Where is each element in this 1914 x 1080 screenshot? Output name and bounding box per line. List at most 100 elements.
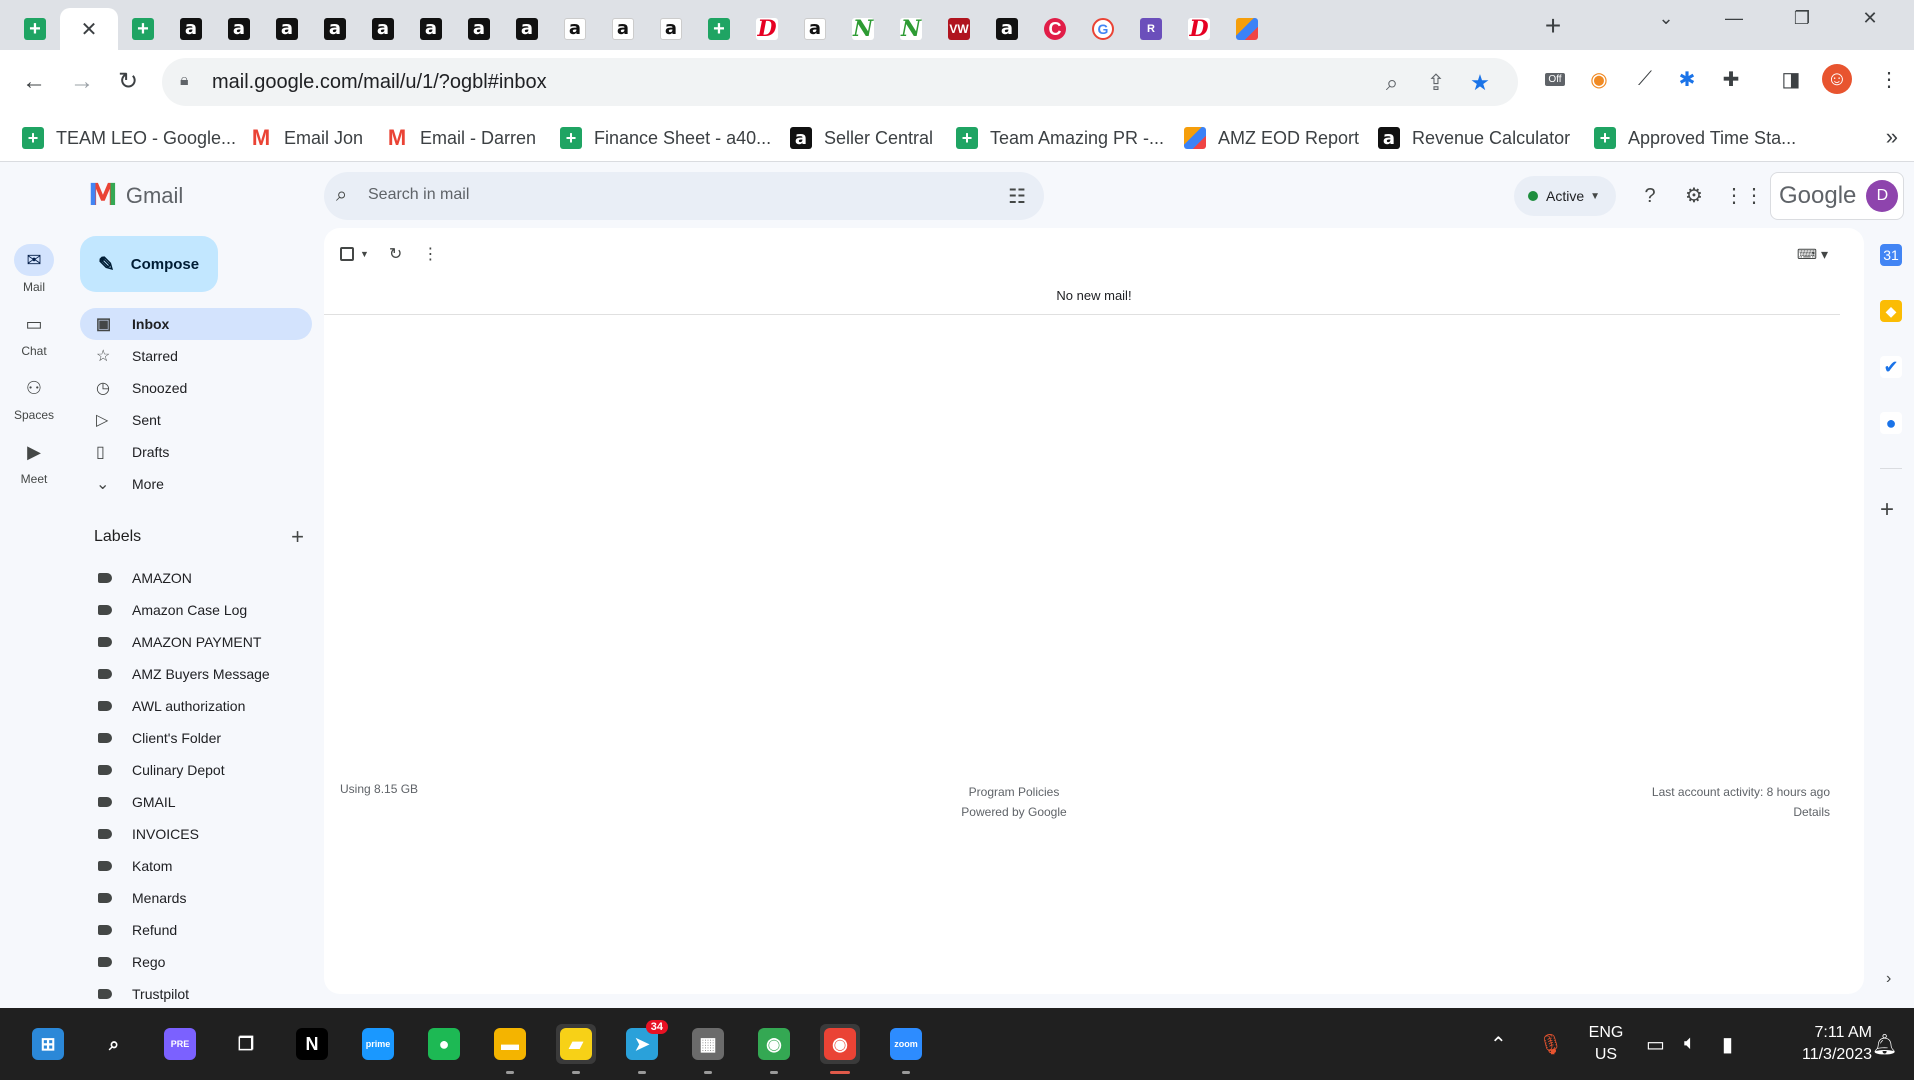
label-item[interactable]: INVOICES <box>80 818 312 850</box>
contacts-icon[interactable]: ● <box>1880 412 1902 434</box>
label-item[interactable]: Amazon Case Log <box>80 594 312 626</box>
nav-item-sent[interactable]: ▷ Sent <box>80 404 312 436</box>
bookmark-item[interactable]: + Approved Time Sta... <box>1594 124 1796 152</box>
nav-item-inbox[interactable]: ▣ Inbox <box>80 308 312 340</box>
label-item[interactable]: Menards <box>80 882 312 914</box>
chevron-up-icon[interactable]: ⌃ <box>1490 1032 1507 1057</box>
bookmark-item[interactable]: + Finance Sheet - a40... <box>560 124 771 152</box>
status-selector[interactable]: Active ▼ <box>1514 176 1616 216</box>
browser-tab[interactable]: a <box>792 8 838 50</box>
label-item[interactable]: Culinary Depot <box>80 754 312 786</box>
rail-item-mail[interactable]: ✉ Mail <box>0 244 68 294</box>
browser-tab[interactable]: G <box>1080 8 1126 50</box>
chrome-icon[interactable]: ◉ <box>820 1024 860 1074</box>
browser-tab[interactable]: + <box>120 8 166 50</box>
browser-tab[interactable]: a <box>984 8 1030 50</box>
browser-tab[interactable]: a <box>408 8 454 50</box>
apps-grid-icon[interactable]: ⋮⋮ <box>1724 182 1764 210</box>
browser-tab[interactable]: a <box>264 8 310 50</box>
input-tools-icon[interactable]: ⌨ ▾ <box>1797 246 1828 263</box>
more-options-icon[interactable]: ⋮ <box>422 244 438 264</box>
bookmark-item[interactable]: M Email Jon <box>250 124 363 152</box>
refresh-icon[interactable]: ↻ <box>389 244 402 264</box>
minimize-icon[interactable]: — <box>1714 8 1754 29</box>
bookmark-item[interactable]: a Revenue Calculator <box>1378 124 1570 152</box>
zoom-icon[interactable]: ⌕ <box>1378 70 1406 96</box>
tasks-icon[interactable]: ✔ <box>1880 356 1902 378</box>
task-view-icon[interactable]: ❐ <box>226 1024 266 1064</box>
details-link[interactable]: Details <box>1652 802 1830 822</box>
select-all-checkbox[interactable]: ▼ <box>340 247 369 261</box>
label-item[interactable]: AMZ Buyers Message <box>80 658 312 690</box>
keep-icon[interactable]: ◆ <box>1880 300 1902 322</box>
bookmark-item[interactable]: M Email - Darren <box>386 124 536 152</box>
search-bar[interactable]: ⌕ Search in mail ☷ <box>324 172 1044 220</box>
language-indicator[interactable]: ENG US <box>1580 1022 1632 1066</box>
label-item[interactable]: Refund <box>80 914 312 946</box>
telegram-icon[interactable]: ➤ 34 <box>622 1020 668 1074</box>
file-explorer-icon[interactable]: ▬ <box>490 1024 530 1074</box>
spotify-icon[interactable]: ● <box>424 1024 464 1064</box>
nav-item-more[interactable]: ⌄ More <box>80 468 312 500</box>
search-input[interactable]: Search in mail <box>368 186 469 204</box>
nav-item-snoozed[interactable]: ◷ Snoozed <box>80 372 312 404</box>
tab-search-icon[interactable]: ⌄ <box>1646 8 1686 29</box>
label-item[interactable]: AMAZON PAYMENT <box>80 626 312 658</box>
browser-tab[interactable]: N <box>840 8 886 50</box>
program-policies-link[interactable]: Program Policies <box>944 782 1084 802</box>
puzzle-icon[interactable]: ✚ <box>1716 64 1746 94</box>
microphone-icon[interactable]: 🎙︎ <box>1538 1032 1563 1057</box>
rail-item-spaces[interactable]: ⚇ Spaces <box>0 372 68 423</box>
label-item[interactable]: Rego <box>80 946 312 978</box>
browser-tab[interactable]: C <box>1032 8 1078 50</box>
storage-usage[interactable]: Using 8.15 GB <box>340 782 418 796</box>
forward-icon[interactable]: → <box>64 64 100 100</box>
maximize-icon[interactable]: ❐ <box>1782 8 1822 29</box>
new-tab-button[interactable]: + <box>1538 10 1568 42</box>
calculator-icon[interactable]: ▦ <box>688 1024 728 1074</box>
label-item[interactable]: Client's Folder <box>80 722 312 754</box>
tab-gmail-active[interactable]: ✕ <box>60 8 118 50</box>
get-addons-icon[interactable]: + <box>1880 496 1894 524</box>
browser-tab[interactable]: D <box>1176 8 1222 50</box>
window-close-icon[interactable]: ✕ <box>1850 8 1890 29</box>
bookmark-star-icon[interactable]: ★ <box>1466 70 1494 96</box>
back-icon[interactable]: ← <box>16 64 52 100</box>
browser-tab[interactable]: a <box>648 8 694 50</box>
search-icon[interactable]: ⌕ <box>94 1024 134 1064</box>
label-item[interactable]: AMAZON <box>80 562 312 594</box>
chrome-menu-icon[interactable]: ⋮ <box>1874 64 1904 94</box>
rail-item-chat[interactable]: ▭ Chat <box>0 308 68 359</box>
sticky-notes-icon[interactable]: ▰ <box>556 1024 596 1074</box>
zoom-icon[interactable]: zoom <box>886 1024 926 1074</box>
browser-tab[interactable]: R <box>1128 8 1174 50</box>
bookmark-item[interactable]: AMZ EOD Report <box>1184 124 1359 152</box>
browser-tab[interactable]: a <box>504 8 550 50</box>
address-bar[interactable]: 🔒︎ mail.google.com/mail/u/1/?ogbl#inbox … <box>162 58 1518 106</box>
rail-item-meet[interactable]: ▶ Meet <box>0 436 68 487</box>
browser-tab[interactable]: N <box>888 8 934 50</box>
show-side-panel-icon[interactable]: › <box>1886 970 1891 988</box>
chrome-icon[interactable]: ◉ <box>754 1024 794 1074</box>
profile-icon[interactable]: ☺ <box>1822 64 1852 94</box>
volume-icon[interactable]: 🔈︎ <box>1684 1032 1696 1055</box>
bookmark-item[interactable]: + Team Amazing PR -... <box>956 124 1164 152</box>
side-panel-icon[interactable]: ◨ <box>1776 64 1806 94</box>
browser-tab[interactable]: a <box>360 8 406 50</box>
clock[interactable]: 7:11 AM 11/3/2023 <box>1762 1022 1872 1066</box>
battery-icon[interactable]: ▮ <box>1722 1032 1733 1057</box>
prime-video-icon[interactable]: prime <box>358 1024 398 1064</box>
gmail-logo[interactable]: M Gmail <box>88 178 183 213</box>
extension-off-icon[interactable]: Off <box>1540 64 1570 94</box>
share-icon[interactable]: ⇪ <box>1422 70 1450 96</box>
netflix-icon[interactable]: N <box>292 1024 332 1064</box>
nav-item-starred[interactable]: ☆ Starred <box>80 340 312 372</box>
browser-tab[interactable]: + <box>12 8 58 50</box>
browser-tab[interactable]: a <box>216 8 262 50</box>
browser-tab[interactable]: a <box>168 8 214 50</box>
browser-tab[interactable]: VW <box>936 8 982 50</box>
reload-icon[interactable]: ↻ <box>110 64 146 100</box>
bookmark-item[interactable]: a Seller Central <box>790 124 933 152</box>
label-item[interactable]: Trustpilot <box>80 978 312 1010</box>
copilot-icon[interactable]: PRE <box>160 1024 200 1064</box>
